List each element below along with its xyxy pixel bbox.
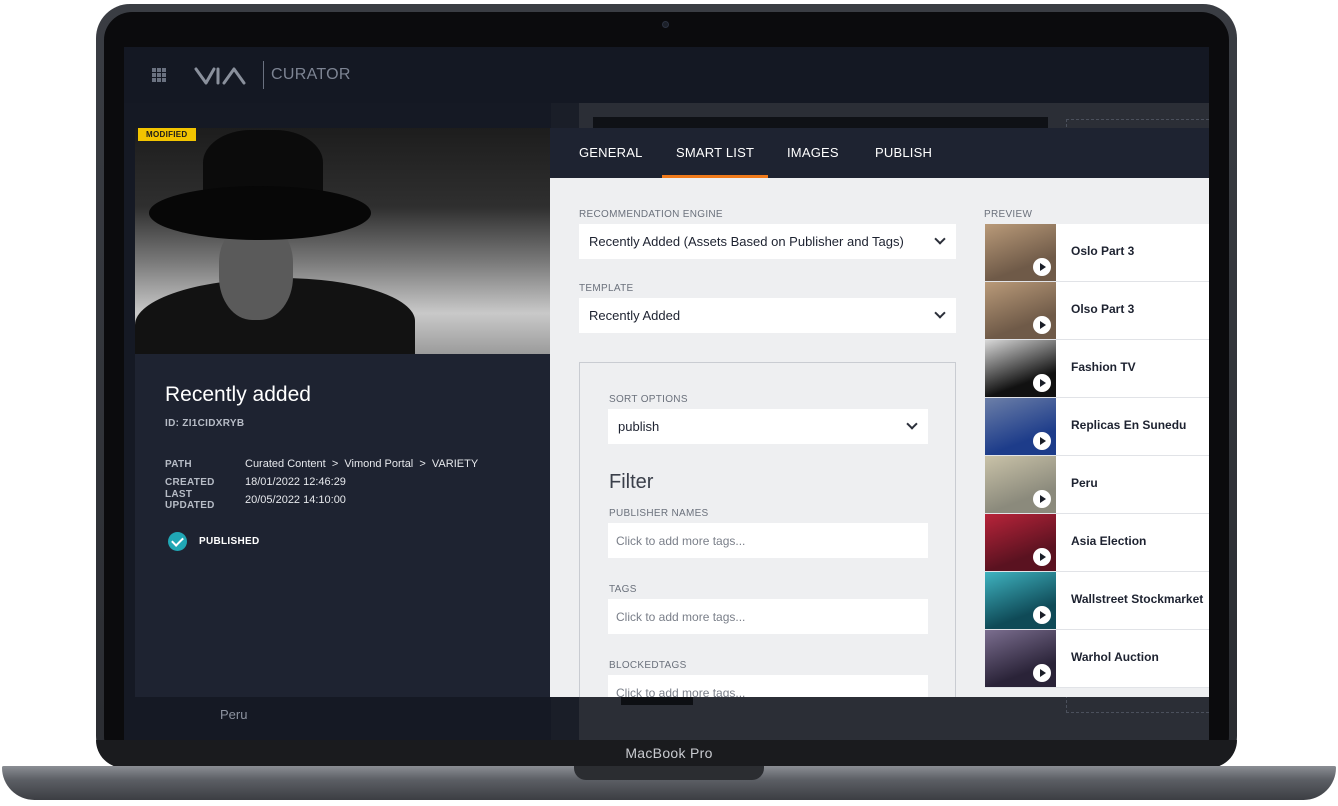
- background-list-item: Peru: [220, 707, 248, 722]
- logo-divider: [263, 61, 264, 89]
- preview-item[interactable]: Fashion TV: [985, 340, 1209, 398]
- tab-images[interactable]: IMAGES: [787, 128, 839, 178]
- meta-value: 20/05/2022 14:10:00: [245, 494, 346, 506]
- tags-label: TAGS: [609, 584, 637, 595]
- hero-hat-brim: [149, 186, 371, 240]
- tags-input[interactable]: Click to add more tags...: [608, 599, 928, 634]
- template-select[interactable]: Recently Added: [579, 298, 956, 333]
- sort-filter-box: SORT OPTIONS publish Filter PUBLISHER NA…: [579, 362, 956, 697]
- preview-title: Warhol Auction: [1071, 650, 1159, 664]
- meta-value: Curated Content > Vimond Portal > VARIET…: [245, 458, 479, 470]
- meta-key: PATH: [165, 458, 192, 470]
- play-icon[interactable]: [1033, 664, 1051, 682]
- check-circle-icon: [168, 532, 187, 551]
- tab-publish[interactable]: PUBLISH: [875, 128, 932, 178]
- meta-row-path: PATH Curated Content > Vimond Portal > V…: [165, 455, 478, 473]
- item-title: Recently added: [165, 383, 311, 406]
- play-icon[interactable]: [1033, 316, 1051, 334]
- preview-thumbnail: [985, 572, 1056, 629]
- via-logo: [194, 67, 246, 85]
- status-label: PUBLISHED: [199, 536, 260, 547]
- engine-value: Recently Added (Assets Based on Publishe…: [589, 234, 904, 249]
- preview-title: Peru: [1071, 476, 1098, 490]
- preview-thumbnail: [985, 224, 1056, 281]
- app-top-bar: CURATOR: [124, 47, 1209, 103]
- filter-title: Filter: [609, 471, 654, 493]
- blocked-tags-label: BLOCKEDTAGS: [609, 660, 687, 671]
- tab-general[interactable]: GENERAL: [579, 128, 643, 178]
- chevron-down-icon: [906, 418, 918, 430]
- preview-thumbnail: [985, 630, 1056, 687]
- publisher-label: PUBLISHER NAMES: [609, 508, 709, 519]
- tab-bar: GENERAL SMART LIST IMAGES PUBLISH: [550, 128, 1209, 178]
- app-name: CURATOR: [271, 66, 351, 83]
- play-icon[interactable]: [1033, 548, 1051, 566]
- publish-status: PUBLISHED: [168, 532, 259, 551]
- item-meta: PATH Curated Content > Vimond Portal > V…: [165, 455, 478, 511]
- sort-select[interactable]: publish: [608, 409, 928, 444]
- tab-smart-list[interactable]: SMART LIST: [661, 128, 769, 178]
- preview-item[interactable]: Asia Election: [985, 514, 1209, 572]
- item-info-panel: Recently added ID: ZI1CIDXRYB PATH Curat…: [135, 354, 550, 697]
- preview-thumbnail: [985, 340, 1056, 397]
- play-icon[interactable]: [1033, 490, 1051, 508]
- preview-thumbnail: [985, 456, 1056, 513]
- stage: CURATOR Peru MODIFIED Recently added ID:…: [0, 0, 1338, 806]
- chevron-down-icon: [934, 233, 946, 245]
- preview-title: Replicas En Sunedu: [1071, 418, 1187, 432]
- screen: CURATOR Peru MODIFIED Recently added ID:…: [124, 47, 1209, 740]
- preview-title: Wallstreet Stockmarket: [1071, 592, 1204, 606]
- preview-item[interactable]: Warhol Auction: [985, 630, 1209, 688]
- chevron-down-icon: [934, 307, 946, 319]
- modified-badge: MODIFIED: [138, 128, 196, 141]
- preview-item[interactable]: Olso Part 3: [985, 282, 1209, 340]
- preview-thumbnail: [985, 398, 1056, 455]
- camera-icon: [662, 21, 669, 28]
- preview-title: Oslo Part 3: [1071, 244, 1135, 258]
- publisher-tags-input[interactable]: Click to add more tags...: [608, 523, 928, 558]
- device-label: MacBook Pro: [625, 745, 713, 761]
- meta-value: 18/01/2022 12:46:29: [245, 476, 346, 488]
- preview-item[interactable]: Peru: [985, 456, 1209, 514]
- meta-key: LAST UPDATED: [165, 489, 215, 511]
- laptop-notch: [574, 766, 764, 780]
- template-value: Recently Added: [589, 308, 681, 323]
- meta-key: CREATED: [165, 476, 215, 488]
- item-id: ID: ZI1CIDXRYB: [165, 418, 245, 429]
- engine-label: RECOMMENDATION ENGINE: [579, 209, 723, 220]
- preview-label: PREVIEW: [984, 209, 1033, 220]
- play-icon[interactable]: [1033, 258, 1051, 276]
- preview-item[interactable]: Oslo Part 3: [985, 224, 1209, 282]
- preview-list: Oslo Part 3 Olso Part 3 Fashion TV Replicas…: [985, 224, 1209, 688]
- sort-value: publish: [618, 419, 660, 434]
- play-icon[interactable]: [1033, 374, 1051, 392]
- preview-title: Olso Part 3: [1071, 302, 1135, 316]
- preview-thumbnail: [985, 282, 1056, 339]
- preview-title: Fashion TV: [1071, 360, 1136, 374]
- meta-row-last-updated: LAST UPDATED 20/05/2022 14:10:00: [165, 489, 478, 511]
- hero-image: MODIFIED: [135, 128, 550, 354]
- apps-grid-icon[interactable]: [152, 68, 166, 82]
- engine-select[interactable]: Recently Added (Assets Based on Publishe…: [579, 224, 956, 259]
- preview-item[interactable]: Replicas En Sunedu: [985, 398, 1209, 456]
- edit-modal: MODIFIED Recently added ID: ZI1CIDXRYB P…: [135, 128, 1209, 697]
- play-icon[interactable]: [1033, 606, 1051, 624]
- sort-label: SORT OPTIONS: [609, 394, 688, 405]
- preview-thumbnail: [985, 514, 1056, 571]
- blocked-tags-input[interactable]: Click to add more tags...: [608, 675, 928, 697]
- template-label: TEMPLATE: [579, 283, 634, 294]
- play-icon[interactable]: [1033, 432, 1051, 450]
- preview-title: Asia Election: [1071, 534, 1147, 548]
- settings-panel: GENERAL SMART LIST IMAGES PUBLISH RECOMM…: [550, 128, 1209, 697]
- preview-item[interactable]: Wallstreet Stockmarket: [985, 572, 1209, 630]
